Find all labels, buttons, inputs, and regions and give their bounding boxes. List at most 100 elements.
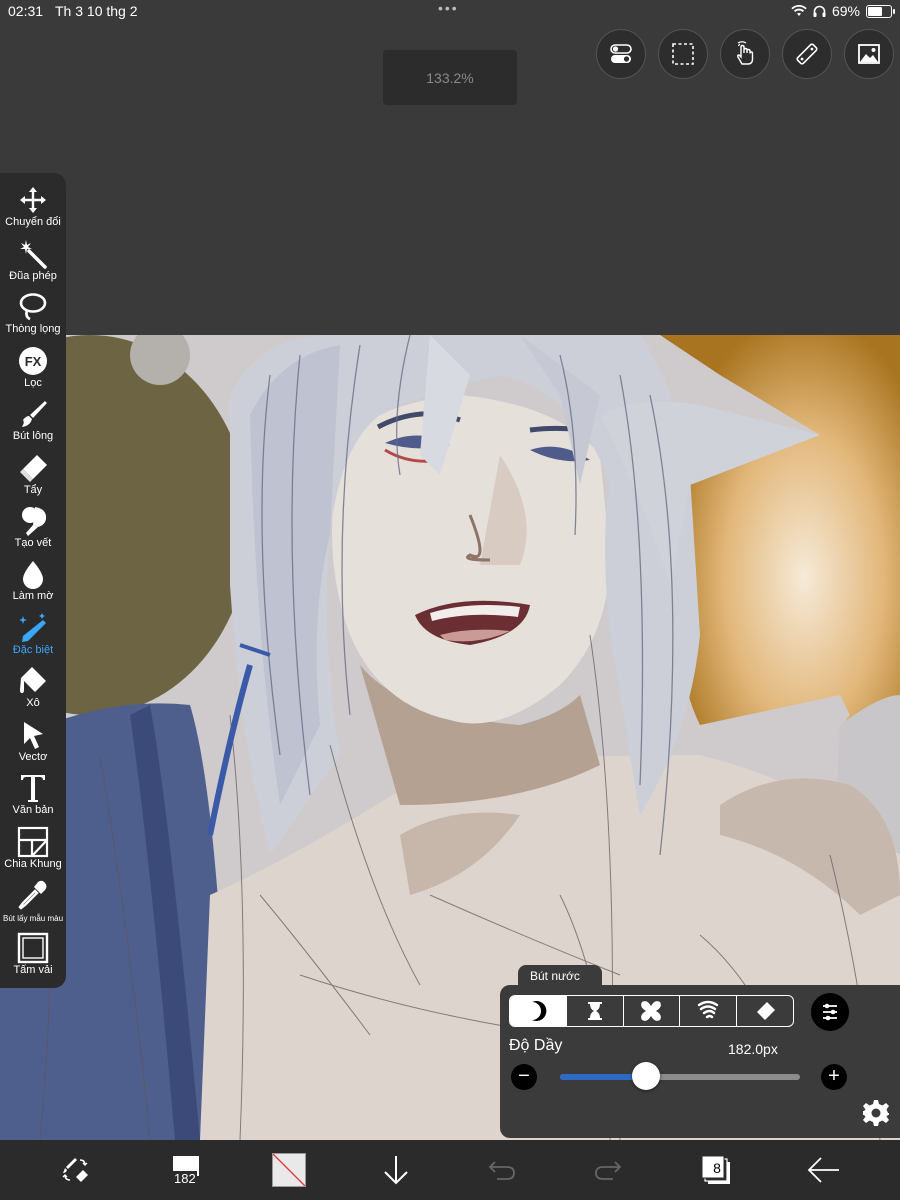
mode-eraser[interactable]	[737, 996, 793, 1026]
status-bar: 02:31 Th 3 10 thg 2 ••• 69%	[0, 0, 900, 24]
svg-text:FX: FX	[25, 354, 42, 369]
eyedropper-icon	[18, 880, 47, 910]
tool-special[interactable]: Đặc biệt	[0, 609, 66, 662]
canvas-icon	[17, 932, 49, 964]
app-window: 02:31 Th 3 10 thg 2 ••• 69% 133.2% Chuyể…	[0, 0, 900, 1200]
tool-label: Văn bản	[12, 804, 54, 816]
eraser-icon	[757, 1002, 776, 1020]
tool-eraser[interactable]: Tẩy	[0, 449, 66, 502]
tool-eyedropper[interactable]: Bút lấy mẫu màu	[0, 876, 66, 929]
brush-eraser-swap-icon	[62, 1158, 88, 1182]
image-icon	[858, 44, 880, 64]
ruler-button[interactable]	[782, 29, 832, 79]
selection-icon	[672, 43, 694, 65]
tool-move[interactable]: Chuyển đổi	[0, 181, 66, 234]
mode-spark[interactable]	[624, 996, 681, 1026]
tool-smudge[interactable]: Tạo vết	[0, 502, 66, 555]
brush-icon	[22, 401, 47, 427]
tool-magic-wand[interactable]: Đũa phép	[0, 235, 66, 288]
wifi-icon	[791, 5, 807, 16]
fx-icon: FX	[19, 347, 47, 375]
status-date: Th 3 10 thg 2	[55, 3, 138, 19]
headphones-icon	[813, 5, 826, 17]
tool-bucket[interactable]: Xô	[0, 662, 66, 715]
magic-wand-icon	[20, 240, 47, 269]
tool-label: Tẩy	[23, 484, 43, 496]
ruler-icon	[796, 43, 818, 65]
multitask-dots[interactable]: •••	[438, 0, 459, 16]
special-pen-icon	[19, 613, 46, 642]
tool-brush[interactable]: Bút lông	[0, 395, 66, 448]
status-time: 02:31	[8, 3, 44, 19]
tool-filter[interactable]: FX Lọc	[0, 342, 66, 395]
tool-label: Tấm vải	[13, 964, 53, 976]
toggle-button[interactable]	[596, 29, 646, 79]
tool-label: Làm mờ	[12, 590, 54, 602]
tool-label: Bút lấy mẫu màu	[2, 914, 64, 923]
zoom-indicator: 133.2%	[383, 50, 517, 105]
bottom-toolbar: 182 8	[0, 1140, 900, 1200]
reference-image-button[interactable]	[844, 29, 894, 79]
download-button[interactable]	[378, 1140, 414, 1200]
tool-label: Đũa phép	[9, 270, 57, 282]
tool-blur[interactable]: Làm mờ	[0, 555, 66, 608]
tool-label: Xô	[26, 697, 40, 709]
selection-button[interactable]	[658, 29, 708, 79]
tool-label: Đặc biệt	[12, 644, 54, 656]
tool-label: Bút lông	[12, 430, 54, 442]
mode-moon[interactable]	[510, 996, 567, 1026]
layer-count: 8	[713, 1160, 721, 1176]
bucket-icon	[20, 667, 46, 693]
back-button[interactable]	[804, 1140, 844, 1200]
lasso-icon	[19, 293, 47, 321]
tool-label: Lọc	[24, 377, 42, 389]
gear-icon[interactable]	[861, 1098, 891, 1128]
tool-label: Chia Khung	[4, 858, 62, 870]
wave-icon	[698, 1000, 719, 1019]
toggle-icon	[610, 44, 632, 63]
tool-lasso[interactable]: Thòng lọng	[0, 288, 66, 341]
tool-label: Tạo vết	[14, 537, 52, 549]
brush-settings-button[interactable]	[811, 993, 849, 1031]
decrease-thickness-button[interactable]: −	[511, 1064, 537, 1090]
thickness-label: Độ Dầy	[509, 1037, 563, 1054]
smudge-icon	[22, 507, 47, 536]
layers-button[interactable]: 8	[698, 1140, 734, 1200]
brush-eraser-swap-button[interactable]	[55, 1140, 95, 1200]
brush-mode-selector	[509, 995, 794, 1027]
color-button[interactable]	[270, 1140, 308, 1200]
thickness-slider-knob[interactable]	[632, 1062, 661, 1090]
vector-icon	[24, 722, 43, 749]
eraser-icon	[20, 455, 47, 482]
tool-vector[interactable]: Vectơ	[0, 716, 66, 769]
thickness-slider-track[interactable]	[560, 1074, 800, 1080]
brush-size-value: 182	[173, 1171, 197, 1186]
redo-button[interactable]	[590, 1140, 626, 1200]
increase-thickness-button[interactable]: +	[821, 1064, 847, 1090]
tool-text[interactable]: Văn bản	[0, 769, 66, 822]
tool-canvas[interactable]: Tấm vải	[0, 929, 66, 982]
arrow-left-icon	[807, 1157, 839, 1183]
battery-percent: 69%	[831, 3, 860, 19]
battery-icon	[866, 4, 895, 18]
tool-label: Thòng lọng	[5, 323, 61, 335]
tool-frame-divider[interactable]: Chia Khung	[0, 823, 66, 876]
thickness-value: 182.0px	[728, 1041, 778, 1057]
tool-sidebar: Chuyển đổi Đũa phép Thòng lọng FX Lọc Bú…	[0, 173, 66, 988]
blur-icon	[23, 561, 43, 589]
mode-hourglass[interactable]	[567, 996, 624, 1026]
color-swatch	[272, 1153, 306, 1187]
frame-icon	[17, 826, 49, 858]
undo-icon	[488, 1161, 515, 1180]
hand-icon	[736, 41, 754, 65]
brush-size-swatch: 182	[167, 1154, 201, 1186]
undo-button[interactable]	[484, 1140, 520, 1200]
arrow-down-icon	[384, 1156, 408, 1185]
sliders-icon	[823, 1003, 837, 1021]
move-icon	[20, 187, 46, 213]
tool-label: Chuyển đổi	[5, 216, 61, 228]
brush-panel: Độ Dầy 182.0px − +	[500, 985, 900, 1138]
hand-button[interactable]	[720, 29, 770, 79]
mode-wave[interactable]	[680, 996, 738, 1026]
brush-size-button[interactable]: 182	[162, 1140, 206, 1200]
